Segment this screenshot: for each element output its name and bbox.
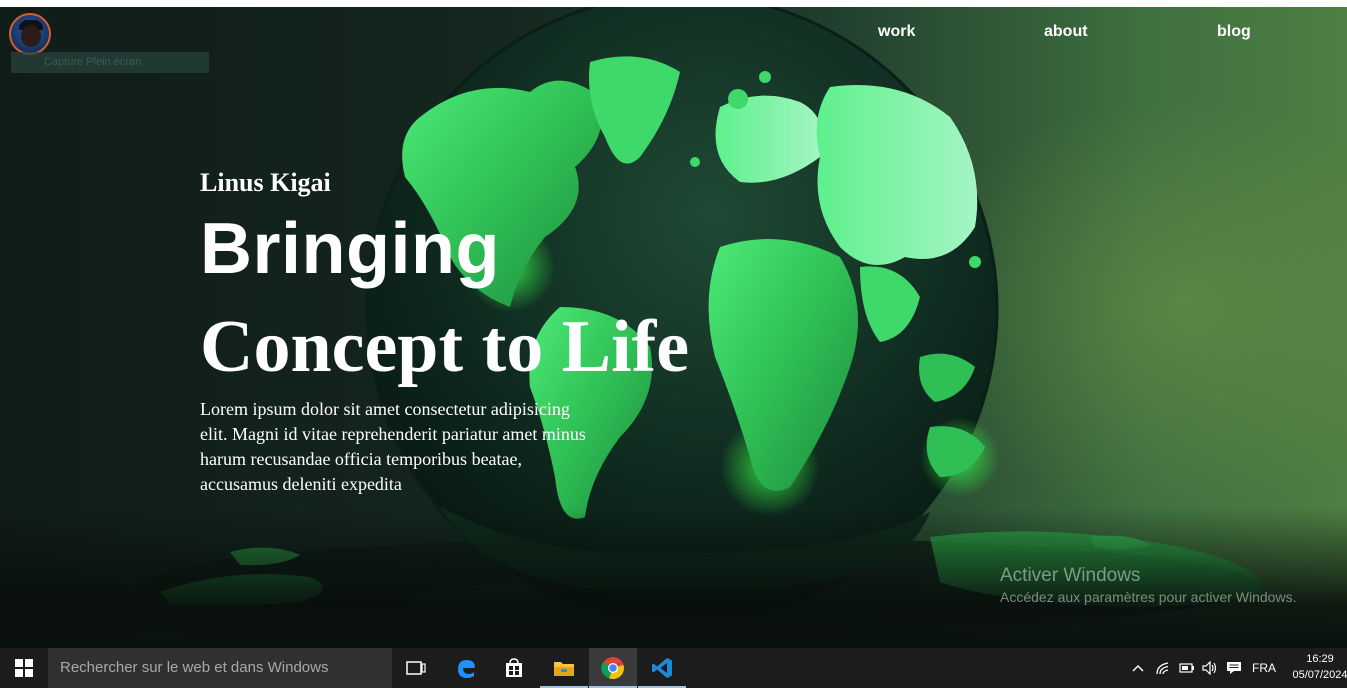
screen-capture-label: Capture Plein écran xyxy=(11,52,209,73)
battery-button[interactable] xyxy=(1176,648,1198,688)
chevron-up-icon xyxy=(1132,664,1144,672)
start-button[interactable] xyxy=(0,648,48,688)
task-view-button[interactable] xyxy=(392,648,440,688)
network-button[interactable] xyxy=(1152,648,1174,688)
avatar-face xyxy=(21,25,41,47)
windows-activation-watermark: Activer Windows Accédez aux paramètres p… xyxy=(1000,565,1296,605)
windows-logo-icon xyxy=(15,659,33,677)
folder-icon xyxy=(554,662,574,676)
browser-top-edge xyxy=(0,0,1347,7)
headline-line-1: Bringing xyxy=(200,209,500,289)
edge-button[interactable] xyxy=(442,648,490,688)
battery-icon xyxy=(1179,663,1194,673)
taskbar-search-box[interactable]: Rechercher sur le web et dans Windows xyxy=(48,648,392,688)
author-name: Linus Kigai xyxy=(200,168,331,197)
nav-link-about[interactable]: about xyxy=(1044,23,1088,41)
watermark-title: Activer Windows xyxy=(1000,565,1141,586)
hero-description: Lorem ipsum dolor sit amet consectetur a… xyxy=(200,399,586,494)
taskbar-clock[interactable]: 16:29 05/07/2024 xyxy=(1290,651,1347,683)
volume-button[interactable] xyxy=(1199,648,1221,688)
store-icon xyxy=(506,658,522,677)
vscode-button[interactable] xyxy=(638,648,686,688)
file-explorer-button[interactable] xyxy=(540,648,588,688)
vscode-icon xyxy=(652,658,672,678)
show-hidden-icons-button[interactable] xyxy=(1128,648,1148,688)
edge-icon xyxy=(458,660,475,678)
speaker-icon xyxy=(1202,661,1217,675)
wifi-icon xyxy=(1156,662,1169,675)
input-language-indicator[interactable]: FRA xyxy=(1248,648,1280,688)
headline-line-2: Concept to Life xyxy=(200,306,690,388)
nav-link-work[interactable]: work xyxy=(878,23,915,41)
chrome-icon xyxy=(601,657,624,680)
profile-avatar[interactable] xyxy=(9,13,51,55)
watermark-subtitle: Accédez aux paramètres pour activer Wind… xyxy=(1000,589,1297,605)
windows-taskbar: Rechercher sur le web et dans Windows FR… xyxy=(0,648,1347,688)
notification-icon xyxy=(1227,662,1241,674)
store-button[interactable] xyxy=(490,648,538,688)
task-view-icon xyxy=(406,661,426,675)
chrome-button[interactable] xyxy=(589,648,637,688)
nav-link-blog[interactable]: blog xyxy=(1217,23,1251,41)
clock-time: 16:29 xyxy=(1306,653,1334,665)
clock-date: 05/07/2024 xyxy=(1292,669,1347,681)
action-center-button[interactable] xyxy=(1223,648,1245,688)
